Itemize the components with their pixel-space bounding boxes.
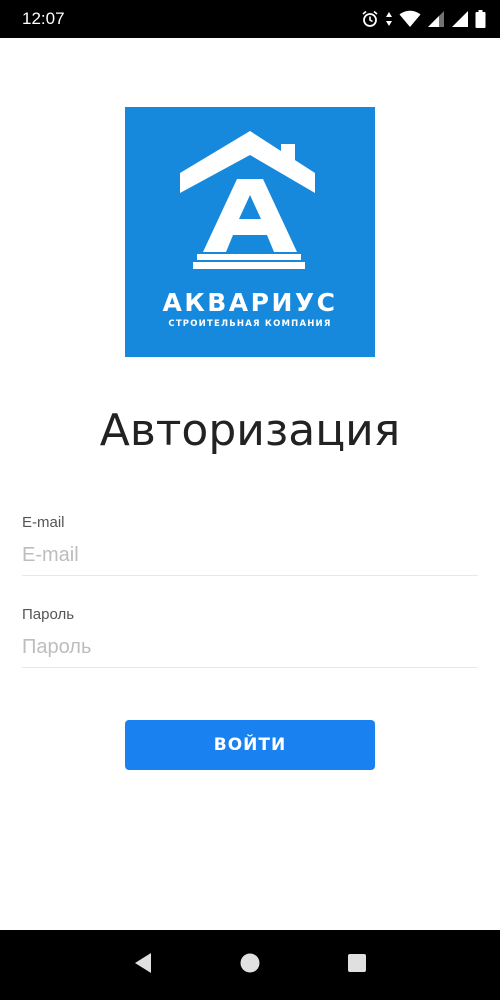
svg-text:АКВАРИУС: АКВАРИУС [162,288,337,317]
status-icons [361,10,486,28]
navigation-bar [0,930,500,1000]
back-icon [133,952,153,979]
password-input[interactable] [22,628,478,668]
email-input[interactable] [22,536,478,576]
wifi-icon [399,10,421,28]
back-button[interactable] [123,945,163,985]
password-label: Пароль [22,606,75,623]
data-arrows-icon [385,10,393,28]
recents-icon [347,953,367,978]
status-bar: 12:07 [0,0,500,38]
password-field-group: Пароль [22,606,478,668]
svg-text:СТРОИТЕЛЬНАЯ КОМПАНИЯ: СТРОИТЕЛЬНАЯ КОМПАНИЯ [168,319,331,329]
login-button[interactable]: ВОЙТИ [125,720,375,770]
home-button[interactable] [230,945,270,985]
battery-icon [475,10,486,28]
recents-button[interactable] [337,945,377,985]
alarm-icon [361,10,379,28]
page-title: Авторизация [99,405,401,456]
home-icon [239,952,261,979]
signal-icon [427,10,445,28]
email-field-group: E-mail [22,514,478,576]
email-label: E-mail [22,514,65,531]
status-time: 12:07 [22,9,65,28]
company-logo: АКВАРИУС СТРОИТЕЛЬНАЯ КОМПАНИЯ [125,107,375,357]
signal-icon [451,10,469,28]
